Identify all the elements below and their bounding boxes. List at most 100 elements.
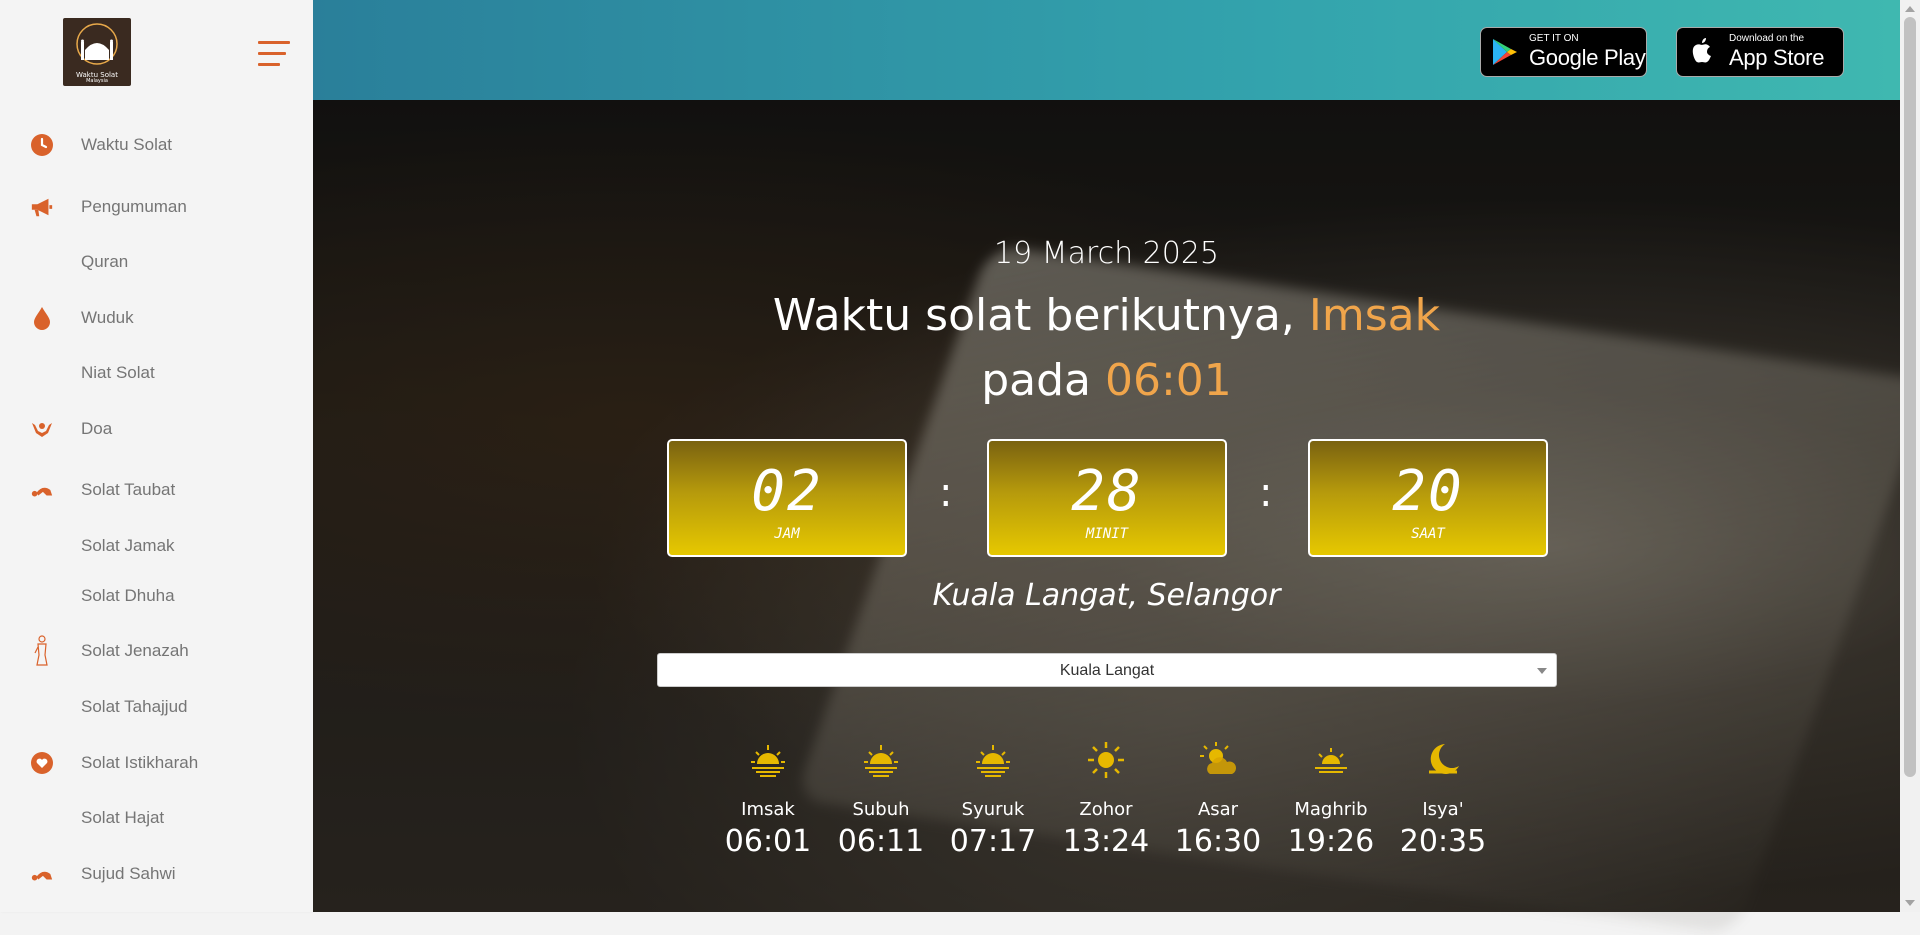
sidebar: Waktu Solat Malaysia Waktu Solat Pengumu… [0, 0, 313, 912]
sidebar-item-label: Wuduk [81, 308, 134, 327]
praying-hands-icon [30, 417, 54, 441]
sidebar-item-label: Doa [81, 419, 113, 438]
app-store-button[interactable]: Download on the App Store [1676, 27, 1844, 77]
sidebar-item-label: Solat Istikharah [81, 753, 199, 772]
sidebar-item-waktu-solat[interactable]: Waktu Solat [0, 127, 313, 163]
current-date: 19 March 2025 [993, 236, 1220, 271]
sidebar-item-solat-jenazah[interactable]: Solat Jenazah [0, 633, 313, 669]
prayer-name: Zohor [1079, 799, 1133, 820]
top-bar: GET IT ON Google Play Download on the Ap… [313, 0, 1900, 100]
sidebar-item-quran[interactable]: Quran [0, 244, 313, 280]
next-prayer-time: 06:01 [1104, 355, 1232, 406]
sidebar-item-solat-istikharah[interactable]: Solat Istikharah [0, 745, 313, 781]
prayer-name: Subuh [852, 799, 910, 820]
sidebar-item-solat-tahajjud[interactable]: Solat Tahajjud [0, 689, 313, 725]
sidebar-item-label: Solat Jenazah [81, 641, 189, 660]
sidebar-item-label: Niat Solat [81, 363, 155, 382]
prostration-icon [30, 478, 54, 502]
countdown-minutes-value: 28 [1071, 459, 1143, 524]
prayer-time-value: 16:30 [1174, 824, 1262, 859]
sidebar-item-sujud-sahwi[interactable]: Sujud Sahwi [0, 856, 313, 892]
google-play-button[interactable]: GET IT ON Google Play [1480, 27, 1647, 77]
google-play-big-text: Google Play [1529, 45, 1646, 70]
sidebar-item-label: Solat Jamak [81, 536, 175, 555]
heart-icon [30, 751, 54, 775]
countdown-hours: 02 JAM [667, 439, 907, 557]
countdown-separator: : [1259, 470, 1273, 516]
google-play-icon [1493, 39, 1517, 65]
prayer-time-subuh: Subuh 06:11 [831, 740, 931, 859]
sidebar-item-niat-solat[interactable]: Niat Solat [0, 355, 313, 391]
prostration-icon [30, 862, 54, 886]
prayer-time-imsak: Imsak 06:01 [718, 740, 818, 859]
next-prayer-time-line: pada 06:01 [313, 355, 1900, 406]
sidebar-item-label: Solat Tahajjud [81, 697, 188, 716]
countdown-separator: : [939, 470, 953, 516]
scroll-thumb[interactable] [1904, 17, 1916, 777]
sidebar-item-solat-dhuha[interactable]: Solat Dhuha [0, 578, 313, 614]
sidebar-item-wuduk[interactable]: Wuduk [0, 300, 313, 336]
prayer-time-value: 13:24 [1062, 824, 1150, 859]
next-prayer-heading: Waktu solat berikutnya, Imsak [313, 290, 1900, 341]
sidebar-item-solat-hajat[interactable]: Solat Hajat [0, 800, 313, 836]
sunrise-icon [751, 745, 785, 777]
prayer-time-value: 20:35 [1399, 824, 1487, 859]
sidebar-item-label: Solat Taubat [81, 480, 176, 499]
sidebar-item-solat-taubat[interactable]: Solat Taubat [0, 472, 313, 508]
zone-select-value: Kuala Langat [1059, 662, 1155, 679]
hamburger-menu-icon[interactable] [258, 39, 290, 69]
water-drop-icon [30, 306, 54, 330]
location-label: Kuala Langat, Selangor [932, 578, 1281, 613]
prayer-name: Syuruk [961, 799, 1025, 820]
app-store-big-text: App Store [1729, 45, 1825, 70]
countdown-minutes-label: MINIT [1085, 526, 1129, 542]
clock-icon [30, 133, 54, 157]
prayer-time-maghrib: Maghrib 19:26 [1281, 740, 1381, 859]
next-prayer-name: Imsak [1308, 290, 1441, 341]
sidebar-item-label: Sujud Sahwi [81, 864, 176, 883]
countdown-minutes: 28 MINIT [987, 439, 1227, 557]
prayer-name: Imsak [741, 799, 795, 820]
prayer-time-isya: Isya' 20:35 [1393, 740, 1493, 859]
next-prayer-prefix: Waktu solat berikutnya, [772, 290, 1295, 341]
prayer-time-zohor: Zohor 13:24 [1056, 740, 1156, 859]
google-play-small-text: GET IT ON [1529, 33, 1579, 44]
scroll-down-arrow-icon[interactable] [1905, 900, 1915, 906]
site-logo[interactable]: Waktu Solat Malaysia [63, 18, 131, 86]
sidebar-item-solat-jamak[interactable]: Solat Jamak [0, 528, 313, 564]
app-store-small-text: Download on the [1729, 33, 1805, 44]
prayer-time-syuruk: Syuruk 07:17 [943, 740, 1043, 859]
countdown-seconds-label: SAAT [1411, 526, 1445, 542]
sidebar-item-label: Quran [81, 252, 129, 271]
zone-select[interactable]: Kuala Langat [657, 653, 1557, 687]
prayer-time-value: 06:11 [837, 824, 925, 859]
megaphone-icon [30, 195, 54, 219]
sidebar-item-label: Waktu Solat [81, 135, 173, 154]
sunrise-icon [976, 745, 1010, 777]
sidebar-item-label: Pengumuman [81, 197, 187, 216]
standing-prayer-icon [30, 635, 54, 666]
sunset-icon [1315, 748, 1347, 773]
sun-icon [1088, 742, 1124, 778]
countdown-hours-label: JAM [774, 526, 800, 542]
sidebar-item-pengumuman[interactable]: Pengumuman [0, 189, 313, 225]
prayer-time-value: 06:01 [724, 824, 812, 859]
sidebar-item-label: Solat Dhuha [81, 586, 175, 605]
prayer-name: Asar [1197, 799, 1239, 820]
page-scrollbar[interactable] [1900, 0, 1920, 912]
scroll-up-arrow-icon[interactable] [1905, 6, 1915, 12]
prayer-name: Isya' [1422, 799, 1464, 820]
countdown-seconds: 20 SAAT [1308, 439, 1548, 557]
countdown-seconds-value: 20 [1392, 459, 1464, 524]
countdown-hours-value: 02 [751, 459, 823, 524]
sun-cloud-icon [1200, 742, 1236, 774]
next-prayer-at-prefix: pada [981, 355, 1091, 406]
prayer-time-value: 07:17 [949, 824, 1037, 859]
sunrise-icon [864, 745, 898, 777]
chevron-down-icon [1537, 668, 1547, 674]
prayer-time-asar: Asar 16:30 [1168, 740, 1268, 859]
prayer-time-value: 19:26 [1287, 824, 1375, 859]
prayer-name: Maghrib [1294, 799, 1368, 820]
sidebar-item-doa[interactable]: Doa [0, 411, 313, 447]
moon-icon [1429, 744, 1459, 774]
